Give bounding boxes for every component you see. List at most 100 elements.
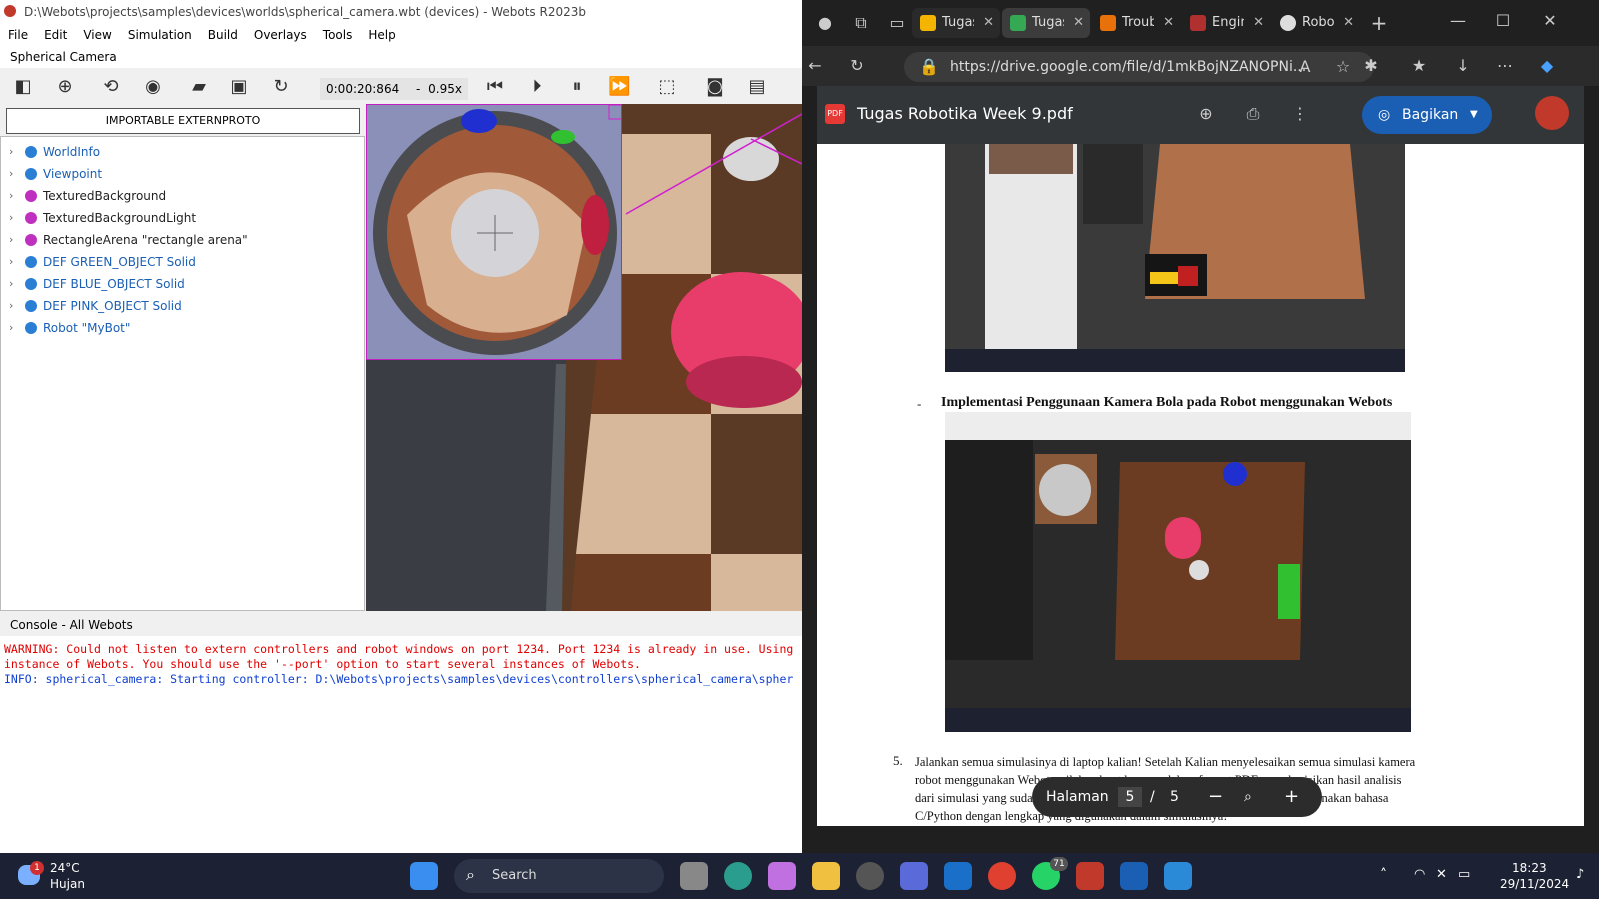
close-tab-icon[interactable]: ✕	[1343, 8, 1354, 38]
wifi-icon[interactable]: ◠	[1414, 867, 1425, 882]
downloads-icon[interactable]: ↓	[1452, 56, 1474, 76]
expand-chevron-icon[interactable]: ›	[9, 273, 13, 295]
favorite-star-icon[interactable]: ☆	[1332, 57, 1354, 77]
expand-chevron-icon[interactable]: ›	[9, 163, 13, 185]
share-dropdown-chevron-icon[interactable]: ▼	[1470, 96, 1478, 134]
profile-icon[interactable]: ●	[814, 13, 836, 33]
menu-edit[interactable]: Edit	[36, 24, 75, 46]
clock-time[interactable]: 18:23	[1512, 861, 1547, 875]
spherical-camera-overlay[interactable]	[366, 104, 622, 360]
projection-icon[interactable]: ⬚	[656, 76, 678, 98]
fast-forward-icon[interactable]: ⏩	[608, 76, 630, 98]
minimize-icon[interactable]: —	[1447, 11, 1469, 31]
new-tab-icon[interactable]: +	[1368, 13, 1390, 33]
tab-1[interactable]: Tugas ✕	[912, 8, 1000, 38]
reset-simulation-icon[interactable]: ⏮	[484, 76, 506, 98]
clock-date[interactable]: 29/11/2024	[1500, 877, 1569, 891]
start-windows-icon[interactable]	[410, 862, 438, 890]
search-box[interactable]: ⌕ Search	[454, 859, 664, 893]
add-node-icon[interactable]: ⊕	[54, 76, 76, 98]
close-tab-icon[interactable]: ✕	[983, 8, 994, 38]
tab-2-active[interactable]: Tugas ✕	[1002, 8, 1090, 38]
reload-world-icon[interactable]: ↻	[270, 76, 292, 98]
close-window-icon[interactable]: ✕	[1539, 11, 1561, 31]
expand-chevron-icon[interactable]: ›	[9, 317, 13, 339]
expand-chevron-icon[interactable]: ›	[9, 251, 13, 273]
vertical-tabs-icon[interactable]: ▭	[886, 13, 908, 33]
file-explorer-icon[interactable]	[812, 862, 840, 890]
tree-item-worldinfo[interactable]: › WorldInfo	[1, 141, 361, 163]
tab-4[interactable]: Engin ✕	[1182, 8, 1270, 38]
workspaces-icon[interactable]: ⧉	[850, 13, 872, 33]
read-aloud-icon[interactable]: A	[1294, 57, 1316, 77]
zoom-out-icon[interactable]: −	[1208, 777, 1223, 817]
outlook-icon[interactable]	[944, 862, 972, 890]
avatar[interactable]	[1535, 96, 1569, 130]
toggle-scene-tree-icon[interactable]: ◧	[12, 76, 34, 98]
save-world-icon[interactable]: ▣	[228, 76, 250, 98]
tree-item-texturedbackgroundlight[interactable]: › TexturedBackgroundLight	[1, 207, 361, 229]
close-tab-icon[interactable]: ✕	[1073, 8, 1084, 38]
step-icon[interactable]: ⏵	[526, 76, 548, 98]
favorites-icon[interactable]: ★	[1408, 56, 1430, 76]
url-field[interactable]: 🔒 https://drive.google.com/file/d/1mkBoj…	[904, 52, 1374, 82]
task-view-icon[interactable]	[680, 862, 708, 890]
importable-externproto-button[interactable]: IMPORTABLE EXTERNPROTO	[6, 108, 360, 134]
notepad-icon[interactable]	[1164, 862, 1192, 890]
notification-bell-icon[interactable]: ♪	[1576, 867, 1584, 882]
copilot-taskbar-icon[interactable]	[768, 862, 796, 890]
expand-chevron-icon[interactable]: ›	[9, 141, 13, 163]
tab-3[interactable]: Troub ✕	[1092, 8, 1180, 38]
tree-item-texturedbackground[interactable]: › TexturedBackground	[1, 185, 361, 207]
back-icon[interactable]: ←	[802, 56, 828, 76]
menu-help[interactable]: Help	[360, 24, 403, 46]
close-tab-icon[interactable]: ✕	[1163, 8, 1174, 38]
volume-muted-icon[interactable]: ✕	[1436, 867, 1447, 882]
copilot-icon[interactable]: ◆	[1536, 56, 1558, 76]
close-tab-icon[interactable]: ✕	[1253, 8, 1264, 38]
expand-chevron-icon[interactable]: ›	[9, 295, 13, 317]
extensions-icon[interactable]: ✱	[1360, 56, 1382, 76]
pause-icon[interactable]: ⏸	[566, 76, 588, 98]
maximize-icon[interactable]: ☐	[1492, 11, 1514, 31]
tree-item-robot[interactable]: › Robot "MyBot"	[1, 317, 361, 339]
print-icon[interactable]: ⎙	[1242, 104, 1264, 124]
more-menu-icon[interactable]: ⋯	[1494, 56, 1516, 76]
current-page-input[interactable]: 5	[1118, 787, 1142, 807]
show-hidden-icons-icon[interactable]: ˄	[1380, 867, 1387, 883]
add-to-drive-icon[interactable]: ⊕	[1195, 104, 1217, 124]
menu-overlays[interactable]: Overlays	[246, 24, 315, 46]
open-world-icon[interactable]: ▰	[188, 76, 210, 98]
menu-view[interactable]: View	[75, 24, 119, 46]
menu-simulation[interactable]: Simulation	[120, 24, 200, 46]
zoom-in-icon[interactable]: +	[1284, 777, 1299, 817]
menu-build[interactable]: Build	[200, 24, 246, 46]
webots-bug-icon[interactable]	[1076, 862, 1104, 890]
battery-icon[interactable]: ▭	[1458, 867, 1470, 882]
expand-chevron-icon[interactable]: ›	[9, 207, 13, 229]
reset-viewpoint-icon[interactable]: ⟲	[100, 76, 122, 98]
tab-5[interactable]: Robo ✕	[1272, 8, 1360, 38]
menu-tools[interactable]: Tools	[315, 24, 361, 46]
more-options-icon[interactable]: ⋮	[1289, 104, 1311, 124]
tree-item-pink-object[interactable]: › DEF PINK_OBJECT Solid	[1, 295, 361, 317]
refresh-icon[interactable]: ↻	[846, 56, 868, 76]
tree-item-green-object[interactable]: › DEF GREEN_OBJECT Solid	[1, 251, 361, 273]
screenshot-camera-icon[interactable]: ◙	[704, 76, 726, 98]
menu-file[interactable]: File	[0, 24, 36, 46]
3d-viewport[interactable]	[366, 104, 802, 611]
expand-chevron-icon[interactable]: ›	[9, 229, 13, 251]
share-button[interactable]: ◎ Bagikan ▼	[1362, 96, 1492, 134]
visibility-eye-icon[interactable]: ◉	[142, 76, 164, 98]
tree-item-blue-object[interactable]: › DEF BLUE_OBJECT Solid	[1, 273, 361, 295]
app-icon[interactable]	[900, 862, 928, 890]
dell-icon[interactable]	[856, 862, 884, 890]
tree-item-rectanglearena[interactable]: › RectangleArena "rectangle arena"	[1, 229, 361, 251]
pdf-page-area[interactable]: - Implementasi Penggunaan Kamera Bola pa…	[817, 144, 1584, 826]
word-icon[interactable]	[1120, 862, 1148, 890]
webots-taskbar-icon[interactable]	[724, 862, 752, 890]
movie-record-icon[interactable]: ▤	[746, 76, 768, 98]
console-panel[interactable]: WARNING: Could not listen to extern cont…	[0, 636, 802, 853]
expand-chevron-icon[interactable]: ›	[9, 185, 13, 207]
tree-item-viewpoint[interactable]: › Viewpoint	[1, 163, 361, 185]
